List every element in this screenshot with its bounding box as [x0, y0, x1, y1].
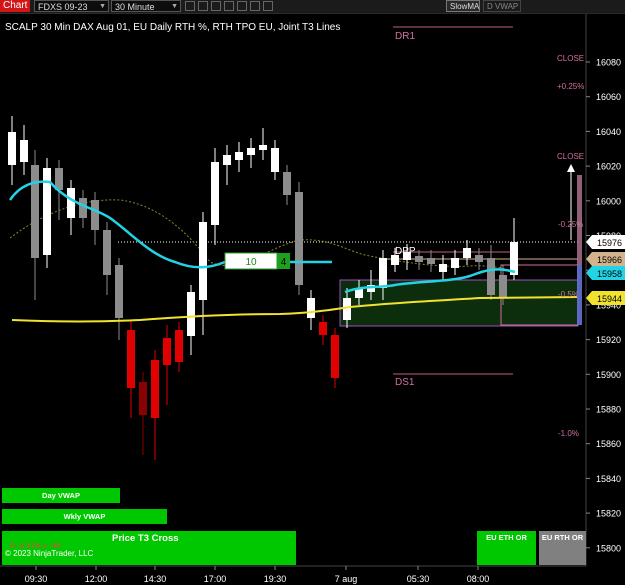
- candle-body: [211, 162, 219, 225]
- price-tick-label: 15920: [596, 335, 621, 345]
- time-tick-label: 12:00: [85, 574, 108, 584]
- day-vwap-button[interactable]: Day VWAP: [2, 488, 120, 503]
- candle-body: [151, 360, 159, 418]
- time-tick-label: 09:30: [25, 574, 48, 584]
- price-tick-label: 15880: [596, 405, 621, 415]
- price-t3-cross-label: Price T3 Cross: [112, 533, 179, 544]
- price-axis: 1608016060160401602016000159801596015940…: [586, 58, 621, 553]
- candle-body: [235, 152, 243, 160]
- yellow-price-marker: 15944: [586, 291, 625, 305]
- candle-body: [427, 258, 435, 264]
- price-tick-label: 15840: [596, 474, 621, 484]
- candle-body: [331, 335, 339, 378]
- current-price-marker: 15976: [586, 235, 625, 249]
- price-tick-label: 16060: [596, 92, 621, 102]
- candle-body: [175, 330, 183, 362]
- price-tick-label: 16020: [596, 162, 621, 172]
- price-tick-label: 16000: [596, 196, 621, 206]
- cyan-price-marker: 15958: [586, 266, 625, 280]
- time-tick-label: 19:30: [264, 574, 287, 584]
- svg-text:15958: 15958: [597, 269, 622, 279]
- ds1-label: DS1: [395, 377, 415, 388]
- candle-body: [31, 165, 39, 258]
- tan-price-marker: 15966: [586, 252, 625, 266]
- candle-body: [499, 275, 507, 298]
- time-tick-label: 17:00: [204, 574, 227, 584]
- candle-body: [91, 200, 99, 230]
- candle-body: [487, 258, 495, 295]
- candle-body: [271, 148, 279, 172]
- time-axis: 09:30 12:00 14:30 17:00 19:30 7 aug 05:30 08:00: [25, 566, 490, 584]
- candle-body: [439, 264, 447, 272]
- svg-text:15966: 15966: [597, 255, 622, 265]
- candle-body: [247, 148, 255, 155]
- candle-body: [163, 338, 171, 365]
- close-top-label: CLOSE: [557, 54, 584, 63]
- price-tick-label: 15800: [596, 543, 621, 553]
- candle-body: [451, 258, 459, 268]
- candle-body: [67, 188, 75, 218]
- svg-text:15944: 15944: [597, 294, 622, 304]
- dr1-label: DR1: [395, 31, 415, 42]
- close-mid-label: CLOSE: [557, 152, 584, 161]
- time-tick-label: 7 aug: [335, 574, 358, 584]
- time-tick-label: 08:00: [467, 574, 490, 584]
- tpo-profile-blue: [577, 265, 582, 325]
- candle-body: [187, 292, 195, 336]
- candle-body: [295, 192, 303, 285]
- pct-minus-05-label: -0.5%: [558, 290, 579, 299]
- price-tick-label: 15860: [596, 439, 621, 449]
- price-tick-label: 15820: [596, 509, 621, 519]
- candle-body: [139, 382, 147, 415]
- candle-body: [319, 322, 327, 335]
- candle-body: [127, 330, 135, 388]
- dark-count-label: 4: [281, 257, 287, 268]
- time-tick-label: 14:30: [144, 574, 167, 584]
- dpp-label: DPP: [395, 246, 416, 257]
- close-arrow-head: [567, 164, 575, 172]
- candle-body: [415, 256, 423, 262]
- candle-body: [463, 248, 471, 258]
- candle-body: [79, 198, 87, 218]
- svg-text:15976: 15976: [597, 238, 622, 248]
- candle-body: [379, 258, 387, 288]
- candle-body: [20, 140, 28, 162]
- candle-body: [199, 222, 207, 300]
- eu-rth-or-button[interactable]: EU RTH OR: [539, 531, 586, 565]
- candle-body: [343, 298, 351, 320]
- candle-body: [115, 265, 123, 318]
- price-tick-label: 16080: [596, 58, 621, 68]
- pct-plus-025-label: +0.25%: [557, 82, 584, 91]
- price-tick-label: 15900: [596, 370, 621, 380]
- wkly-vwap-button[interactable]: Wkly VWAP: [2, 509, 167, 524]
- time-tick-label: 05:30: [407, 574, 430, 584]
- candle-body: [475, 255, 483, 262]
- candle-body: [307, 298, 315, 318]
- price-tick-label: 16040: [596, 127, 621, 137]
- candle-body: [283, 172, 291, 195]
- candle-body: [103, 230, 111, 275]
- candle-body: [223, 155, 231, 165]
- copyright: © 2023 NinjaTrader, LLC: [5, 549, 94, 558]
- pct-minus-1-label: -1.0%: [558, 429, 579, 438]
- green-count-label: 10: [245, 257, 257, 268]
- candle-body: [8, 132, 16, 165]
- eu-eth-or-button[interactable]: EU ETH OR: [477, 531, 536, 565]
- candle-body: [259, 145, 267, 150]
